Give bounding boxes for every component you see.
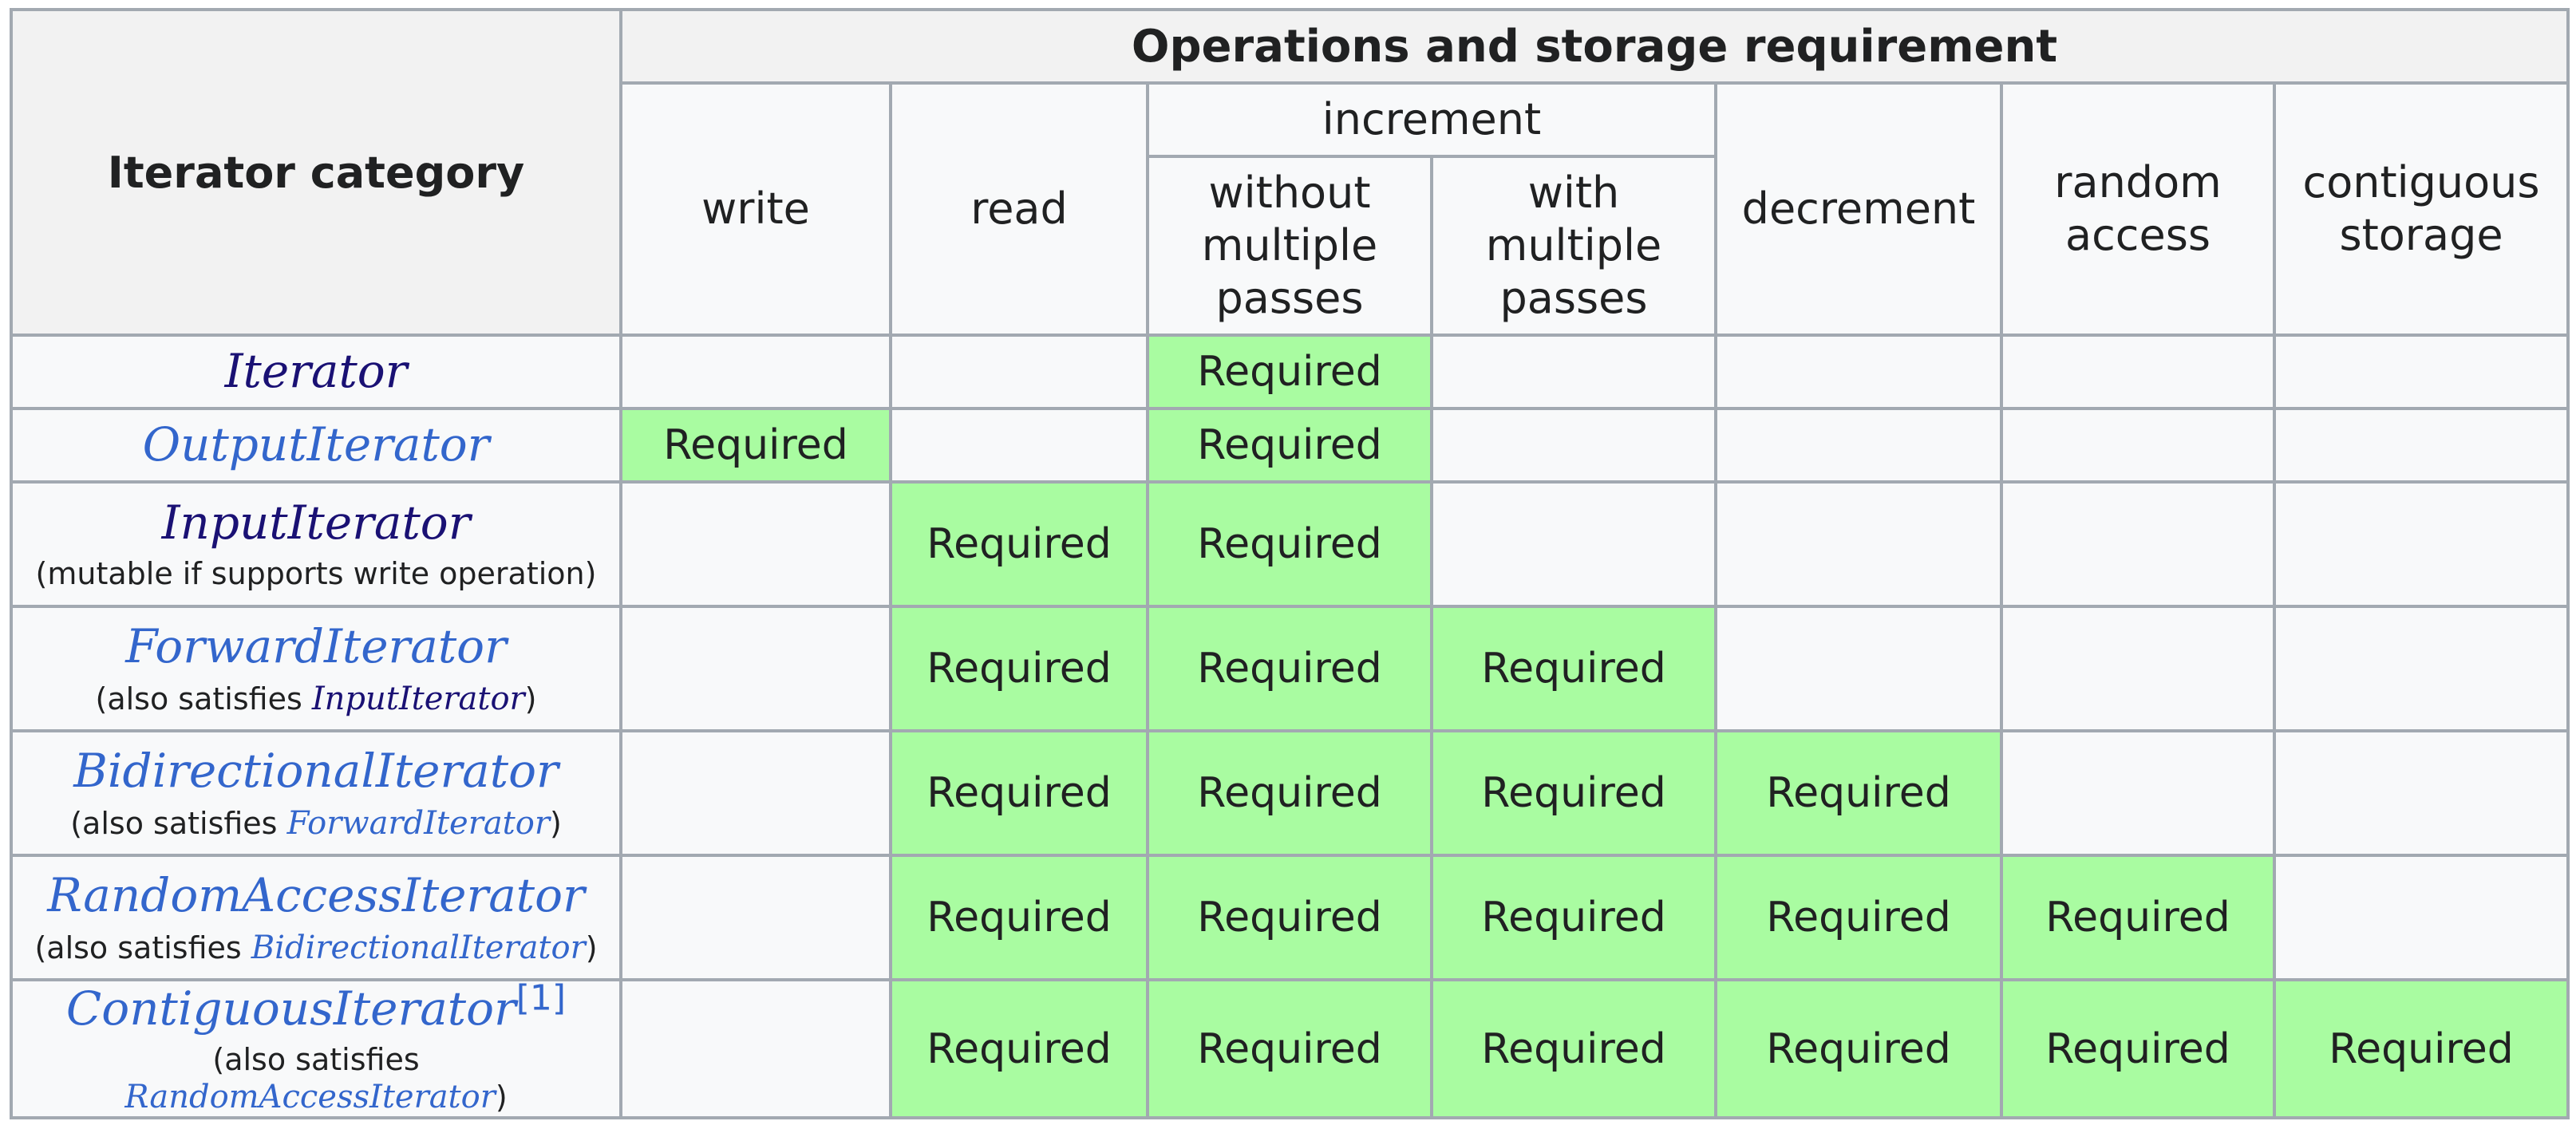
category-link-contiguous-iterator[interactable]: ContiguousIterator bbox=[66, 981, 516, 1036]
note-link-random-access-iterator[interactable]: RandomAccessIterator bbox=[124, 1079, 495, 1115]
category-link-iterator[interactable]: Iterator bbox=[225, 344, 408, 398]
iterator-category-cell: Iterator bbox=[10, 334, 622, 410]
category-link-output-iterator[interactable]: OutputIterator bbox=[143, 417, 490, 472]
required-cell-increment-without-multiple-passes: Required bbox=[1146, 977, 1433, 1120]
table-body: Iterator Required OutputIterator Required Re… bbox=[10, 334, 2570, 1120]
category-note: (also satisfies ForwardIterator) bbox=[70, 804, 562, 842]
required-cell-random-access: Required bbox=[2000, 977, 2276, 1120]
required-cell-increment-with-multiple-passes: Required bbox=[1430, 729, 1717, 857]
required-cell-increment-without-multiple-passes: Required bbox=[1146, 334, 1433, 410]
required-cell-increment-with-multiple-passes: Required bbox=[1430, 854, 1717, 981]
empty-cell-contiguous-storage bbox=[2272, 407, 2570, 484]
category-note: (also satisfies InputIterator) bbox=[95, 680, 537, 717]
empty-cell-read bbox=[889, 407, 1149, 484]
iterator-category-cell: OutputIterator bbox=[10, 407, 622, 484]
iterator-category-cell: BidirectionalIterator (also satisfies For… bbox=[10, 729, 622, 857]
required-cell-contiguous-storage: Required bbox=[2272, 977, 2570, 1120]
empty-cell-random-access bbox=[2000, 407, 2276, 484]
required-cell-decrement: Required bbox=[1714, 977, 2003, 1120]
iterator-category-cell: RandomAccessIterator (also satisfies Bidi… bbox=[10, 854, 622, 981]
empty-cell-write bbox=[619, 854, 892, 981]
empty-cell-decrement bbox=[1714, 407, 2003, 484]
required-cell-random-access: Required bbox=[2000, 854, 2276, 981]
empty-cell-decrement bbox=[1714, 605, 2003, 732]
required-cell-increment-without-multiple-passes: Required bbox=[1146, 605, 1433, 732]
note-link-forward-iterator[interactable]: ForwardIterator bbox=[287, 805, 550, 842]
empty-cell-random-access bbox=[2000, 334, 2276, 410]
note-link-input-iterator[interactable]: InputIterator bbox=[312, 681, 525, 717]
empty-cell-contiguous-storage bbox=[2272, 605, 2570, 732]
iterator-category-header: Iterator category bbox=[10, 8, 622, 337]
empty-cell-write bbox=[619, 480, 892, 608]
iterator-categories-table: Iterator category Operations and storage… bbox=[10, 8, 2570, 1120]
footnote-reference[interactable]: [1] bbox=[516, 978, 566, 1019]
col-header-without-multiple-passes: without multiple passes bbox=[1146, 155, 1433, 337]
table-row: RandomAccessIterator (also satisfies Bidi… bbox=[10, 854, 2570, 981]
required-cell-read: Required bbox=[889, 854, 1149, 981]
empty-cell-random-access bbox=[2000, 729, 2276, 857]
required-cell-increment-without-multiple-passes: Required bbox=[1146, 407, 1433, 484]
empty-cell-random-access bbox=[2000, 480, 2276, 608]
increment-group-header: increment bbox=[1146, 81, 1717, 158]
empty-cell-increment-with-multiple-passes bbox=[1430, 480, 1717, 608]
col-header-random-access: random access bbox=[2000, 81, 2276, 337]
category-note: (also satisfies BidirectionalIterator) bbox=[34, 929, 598, 966]
table-row: ForwardIterator (also satisfies InputIter… bbox=[10, 605, 2570, 732]
table-row: Iterator Required bbox=[10, 334, 2570, 410]
category-link-random-access-iterator[interactable]: RandomAccessIterator bbox=[47, 868, 585, 922]
empty-cell-contiguous-storage bbox=[2272, 729, 2570, 857]
required-cell-read: Required bbox=[889, 480, 1149, 608]
empty-cell-contiguous-storage bbox=[2272, 854, 2570, 981]
table-row: OutputIterator Required Required bbox=[10, 407, 2570, 484]
empty-cell-write bbox=[619, 334, 892, 410]
category-note: (also satisfies RandomAccessIterator) bbox=[124, 1041, 508, 1116]
required-cell-increment-without-multiple-passes: Required bbox=[1146, 729, 1433, 857]
empty-cell-write bbox=[619, 977, 892, 1120]
col-header-decrement: decrement bbox=[1714, 81, 2003, 337]
empty-cell-increment-with-multiple-passes bbox=[1430, 407, 1717, 484]
table-row: InputIterator (mutable if supports write … bbox=[10, 480, 2570, 608]
iterator-category-cell: ForwardIterator (also satisfies InputIter… bbox=[10, 605, 622, 732]
operations-group-header: Operations and storage requirement bbox=[618, 8, 2570, 85]
empty-cell-decrement bbox=[1714, 334, 2003, 410]
empty-cell-write bbox=[619, 605, 892, 732]
empty-cell-read bbox=[889, 334, 1149, 410]
col-header-write: write bbox=[619, 81, 892, 337]
required-cell-read: Required bbox=[889, 729, 1149, 857]
required-cell-increment-without-multiple-passes: Required bbox=[1146, 480, 1433, 608]
required-cell-increment-with-multiple-passes: Required bbox=[1430, 977, 1717, 1120]
col-header-with-multiple-passes: with multiple passes bbox=[1430, 155, 1717, 337]
empty-cell-increment-with-multiple-passes bbox=[1430, 334, 1717, 410]
col-header-read: read bbox=[889, 81, 1149, 337]
col-header-contiguous-storage: contiguous storage bbox=[2272, 81, 2570, 337]
required-cell-decrement: Required bbox=[1714, 729, 2003, 857]
required-cell-read: Required bbox=[889, 605, 1149, 732]
category-link-forward-iterator[interactable]: ForwardIterator bbox=[125, 619, 507, 673]
required-cell-increment-without-multiple-passes: Required bbox=[1146, 854, 1433, 981]
category-link-bidirectional-iterator[interactable]: BidirectionalIterator bbox=[73, 744, 558, 798]
required-cell-write: Required bbox=[619, 407, 892, 484]
iterator-category-cell: ContiguousIterator[1] (also satisfies Ran… bbox=[10, 977, 622, 1120]
empty-cell-decrement bbox=[1714, 480, 2003, 608]
table-row: ContiguousIterator[1] (also satisfies Ran… bbox=[10, 977, 2570, 1120]
note-link-bidirectional-iterator[interactable]: BidirectionalIterator bbox=[251, 930, 586, 966]
category-link-input-iterator[interactable]: InputIterator bbox=[162, 495, 471, 550]
empty-cell-contiguous-storage bbox=[2272, 334, 2570, 410]
required-cell-decrement: Required bbox=[1714, 854, 2003, 981]
required-cell-increment-with-multiple-passes: Required bbox=[1430, 605, 1717, 732]
category-note: (mutable if supports write operation) bbox=[35, 556, 597, 591]
iterator-category-cell: InputIterator (mutable if supports write … bbox=[10, 480, 622, 608]
empty-cell-write bbox=[619, 729, 892, 857]
empty-cell-contiguous-storage bbox=[2272, 480, 2570, 608]
required-cell-read: Required bbox=[889, 977, 1149, 1120]
empty-cell-random-access bbox=[2000, 605, 2276, 732]
table-row: BidirectionalIterator (also satisfies For… bbox=[10, 729, 2570, 857]
